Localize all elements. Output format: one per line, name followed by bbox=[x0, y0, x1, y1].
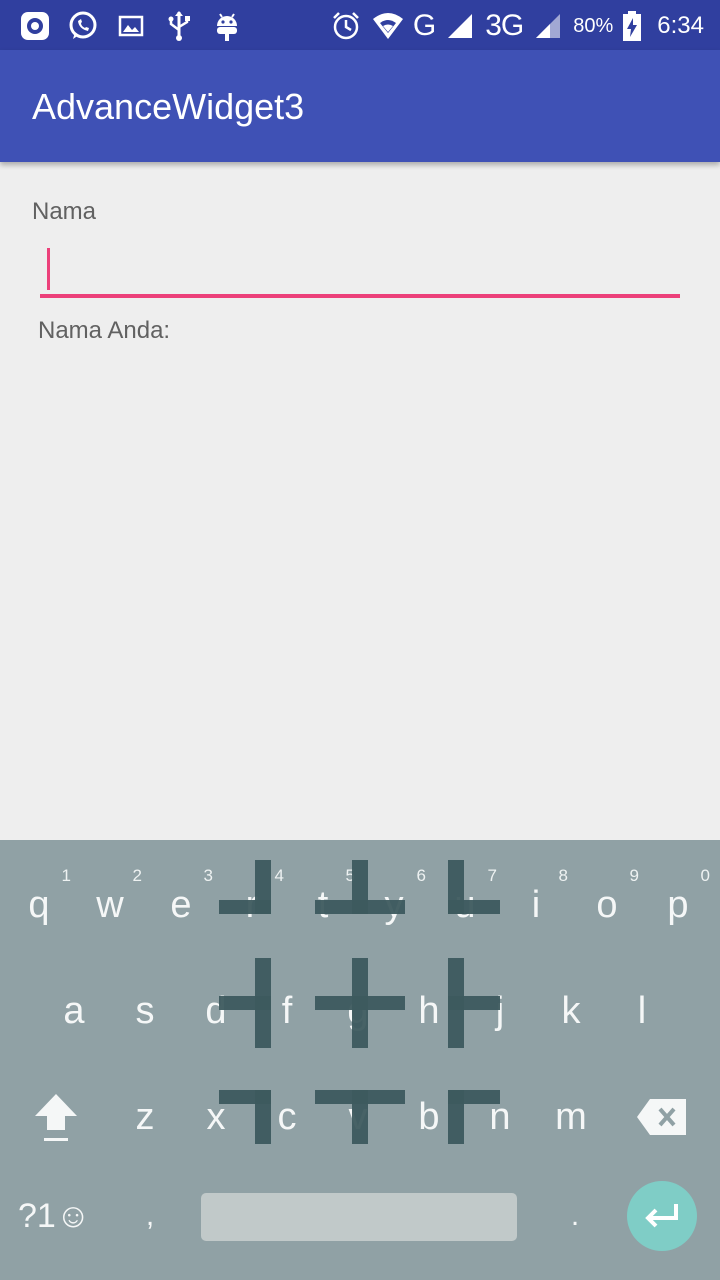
key-e[interactable]: 3e bbox=[145, 850, 217, 950]
key-label: k bbox=[561, 989, 581, 1032]
shift-icon bbox=[35, 1094, 77, 1141]
key-label: h bbox=[418, 989, 440, 1032]
network-3g-label: 3G bbox=[485, 9, 524, 42]
signal-icon bbox=[531, 9, 565, 43]
soft-keyboard: 1q 2w 3e 4r 5t 6y 7u 8i 9o 0p a s d f g … bbox=[0, 840, 720, 1280]
enter-icon bbox=[645, 1204, 678, 1228]
key-hint: 8 bbox=[558, 866, 568, 885]
key-label: w bbox=[96, 883, 124, 926]
key-label: l bbox=[637, 989, 647, 1032]
symbols-key[interactable]: ?1☺ bbox=[18, 1190, 91, 1242]
key-x[interactable]: x bbox=[180, 1062, 252, 1162]
overlay-mark bbox=[219, 996, 271, 1010]
key-label: q bbox=[28, 883, 50, 926]
key-label: b bbox=[418, 1095, 440, 1138]
key-label: z bbox=[135, 1095, 155, 1138]
overlay-mark bbox=[448, 900, 500, 914]
overlay-mark bbox=[448, 1090, 464, 1144]
app-title: AdvanceWidget3 bbox=[32, 86, 305, 127]
key-label: p bbox=[667, 883, 689, 926]
key-o[interactable]: 9o bbox=[571, 850, 643, 950]
android-icon bbox=[210, 9, 244, 43]
usb-icon bbox=[162, 9, 196, 43]
key-hint: 4 bbox=[274, 866, 284, 885]
camera-icon bbox=[18, 9, 52, 43]
network-type-label: G bbox=[412, 9, 436, 42]
key-label: s bbox=[135, 989, 155, 1032]
signal-icon bbox=[443, 9, 477, 43]
input-underline bbox=[40, 294, 680, 298]
overlay-mark bbox=[255, 860, 271, 914]
overlay-mark bbox=[315, 996, 405, 1010]
key-label: a bbox=[63, 989, 85, 1032]
key-hint: 9 bbox=[629, 866, 639, 885]
result-label: Nama Anda: bbox=[38, 317, 171, 344]
key-a[interactable]: a bbox=[38, 956, 110, 1056]
space-bar[interactable] bbox=[201, 1193, 517, 1241]
key-m[interactable]: m bbox=[535, 1062, 607, 1162]
key-label: e bbox=[170, 883, 192, 926]
key-p[interactable]: 0p bbox=[642, 850, 714, 950]
key-hint: 1 bbox=[61, 866, 71, 885]
enter-key[interactable] bbox=[627, 1181, 697, 1251]
clock: 6:34 bbox=[657, 12, 704, 39]
key-n[interactable]: n bbox=[464, 1062, 536, 1162]
name-label: Nama bbox=[32, 198, 97, 225]
status-bar-right: G 3G 80% 6:34 bbox=[329, 8, 704, 44]
key-hint: 3 bbox=[203, 866, 213, 885]
status-bar: G 3G 80% 6:34 bbox=[0, 0, 720, 50]
alarm-icon bbox=[329, 9, 363, 43]
key-label: m bbox=[555, 1095, 587, 1138]
overlay-mark bbox=[352, 860, 368, 914]
key-label: c bbox=[277, 1095, 297, 1138]
comma-key[interactable]: , bbox=[130, 1190, 170, 1242]
key-label: o bbox=[596, 883, 618, 926]
key-l[interactable]: l bbox=[606, 956, 678, 1056]
overlay-mark bbox=[255, 1090, 271, 1144]
key-q[interactable]: 1q bbox=[3, 850, 75, 950]
app-bar: AdvanceWidget3 bbox=[0, 50, 720, 162]
key-label: f bbox=[281, 989, 293, 1032]
name-input[interactable] bbox=[40, 240, 680, 300]
name-input-container[interactable] bbox=[40, 240, 680, 300]
key-k[interactable]: k bbox=[535, 956, 607, 1056]
key-hint: 7 bbox=[487, 866, 497, 885]
key-z[interactable]: z bbox=[109, 1062, 181, 1162]
key-s[interactable]: s bbox=[109, 956, 181, 1056]
backspace-key[interactable] bbox=[626, 1062, 698, 1162]
period-key[interactable]: . bbox=[555, 1190, 595, 1242]
text-cursor bbox=[47, 248, 50, 290]
key-hint: 0 bbox=[700, 866, 710, 885]
battery-percent: 80% bbox=[573, 14, 614, 37]
wifi-icon bbox=[371, 9, 405, 43]
key-hint: 6 bbox=[416, 866, 426, 885]
shift-key[interactable] bbox=[20, 1062, 92, 1162]
backspace-icon bbox=[637, 1099, 686, 1135]
key-i[interactable]: 8i bbox=[500, 850, 572, 950]
whatsapp-icon bbox=[66, 9, 100, 43]
key-hint: 2 bbox=[132, 866, 142, 885]
battery-charging-icon bbox=[621, 9, 643, 43]
overlay-mark bbox=[352, 1090, 368, 1144]
overlay-mark bbox=[448, 996, 500, 1010]
key-label: i bbox=[531, 883, 541, 926]
key-w[interactable]: 2w bbox=[74, 850, 146, 950]
status-bar-left bbox=[18, 8, 244, 44]
image-icon bbox=[114, 9, 148, 43]
